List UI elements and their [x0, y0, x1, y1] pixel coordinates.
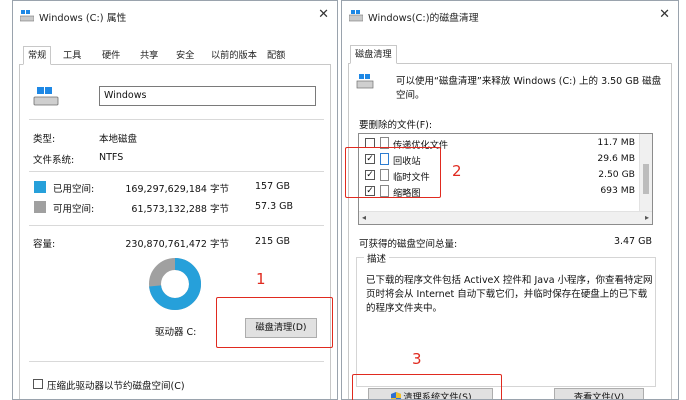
- drive-label: 驱动器 C:: [155, 327, 197, 338]
- annotation-box-3: [352, 374, 502, 400]
- chevron-right-icon[interactable]: ▸: [645, 213, 649, 222]
- properties-titlebar: Windows (C:) 属性 ✕: [13, 1, 337, 31]
- cleanup-titlebar: Windows(C:)的磁盘清理 ✕: [342, 1, 678, 31]
- description-group-label: 描述: [364, 251, 390, 265]
- close-icon[interactable]: ✕: [659, 7, 670, 22]
- filesystem-value: NTFS: [99, 152, 124, 163]
- used-space-size: 157 GB: [255, 181, 291, 192]
- properties-title: Windows (C:) 属性: [39, 13, 127, 24]
- annotation-box-1: [216, 297, 333, 348]
- properties-tabs: 常规 工具 硬件 共享 安全 以前的版本 配额: [19, 46, 331, 65]
- total-space-value: 3.47 GB: [613, 236, 652, 247]
- drive-icon: [33, 87, 59, 106]
- item-size: 2.50 GB: [598, 169, 635, 180]
- cleanup-description: 可以使用“磁盘清理”来释放 Windows (C:) 上的 3.50 GB 磁盘…: [396, 76, 662, 101]
- annotation-number-1: 1: [256, 270, 266, 288]
- annotation-number-2: 2: [452, 162, 462, 180]
- free-space-swatch: [34, 201, 46, 213]
- tab-previous-versions[interactable]: 以前的版本: [207, 47, 261, 65]
- tab-general[interactable]: 常规: [23, 46, 52, 65]
- compress-label: 压缩此驱动器以节约磁盘空间(C): [47, 381, 185, 392]
- used-space-bytes: 169,297,629,184 字节: [125, 184, 229, 195]
- usage-donut: [149, 258, 201, 310]
- description-text-line: 已下载的程序文件包括 ActiveX 控件和 Java 小程序，你查看特定网: [366, 275, 653, 286]
- disk-cleanup-icon: [349, 10, 363, 22]
- view-files-button[interactable]: 查看文件(V): [554, 388, 644, 399]
- divider: [29, 361, 324, 362]
- type-value: 本地磁盘: [99, 134, 138, 145]
- divider: [29, 119, 324, 120]
- general-panel: [19, 65, 331, 399]
- compress-checkbox[interactable]: [33, 379, 43, 389]
- capacity-bytes: 230,870,761,472 字节: [125, 239, 229, 250]
- item-size: 11.7 MB: [597, 137, 635, 148]
- drive-icon: [356, 74, 374, 89]
- description-text-line: 的程序文件夹中。: [366, 303, 443, 314]
- divider: [29, 171, 324, 172]
- used-space-swatch: [34, 181, 46, 193]
- free-space-bytes: 61,573,132,288 字节: [131, 204, 229, 215]
- drive-icon: [20, 10, 34, 22]
- description-text-line: 页时将会从 Internet 自动下载它们，并临时保存在硬盘上的已下载: [366, 289, 648, 300]
- tab-hardware[interactable]: 硬件: [98, 47, 124, 65]
- tab-disk-cleanup[interactable]: 磁盘清理: [350, 45, 397, 64]
- tab-tools[interactable]: 工具: [59, 47, 85, 65]
- close-icon[interactable]: ✕: [318, 7, 329, 22]
- cleanup-tabs: 磁盘清理: [348, 45, 672, 64]
- scrollbar-thumb[interactable]: [643, 164, 649, 194]
- files-to-delete-label: 要删除的文件(F):: [359, 120, 433, 131]
- annotation-box-2: [345, 147, 441, 198]
- item-size: 693 MB: [600, 185, 635, 196]
- chevron-left-icon[interactable]: ◂: [362, 213, 366, 222]
- annotation-number-3: 3: [412, 350, 422, 368]
- tab-security[interactable]: 安全: [172, 47, 198, 65]
- drive-name-input[interactable]: Windows: [99, 86, 316, 106]
- item-size: 29.6 MB: [597, 153, 635, 164]
- vertical-scrollbar[interactable]: [639, 134, 652, 212]
- horizontal-scrollbar[interactable]: ◂ ▸: [359, 211, 652, 224]
- divider: [29, 225, 324, 226]
- disk-cleanup-window: Windows(C:)的磁盘清理 ✕ 磁盘清理 可以使用“磁盘清理”来释放 Wi…: [341, 0, 679, 400]
- tab-sharing[interactable]: 共享: [136, 47, 162, 65]
- tab-quota[interactable]: 配额: [263, 47, 289, 65]
- filesystem-label: 文件系统:: [33, 155, 75, 166]
- cleanup-title: Windows(C:)的磁盘清理: [368, 13, 479, 24]
- free-space-label: 可用空间:: [53, 204, 95, 215]
- capacity-label: 容量:: [33, 239, 56, 250]
- capacity-size: 215 GB: [255, 236, 291, 247]
- used-space-label: 已用空间:: [53, 184, 95, 195]
- total-space-label: 可获得的磁盘空间总量:: [359, 239, 458, 250]
- free-space-size: 57.3 GB: [255, 201, 294, 212]
- type-label: 类型:: [33, 134, 56, 145]
